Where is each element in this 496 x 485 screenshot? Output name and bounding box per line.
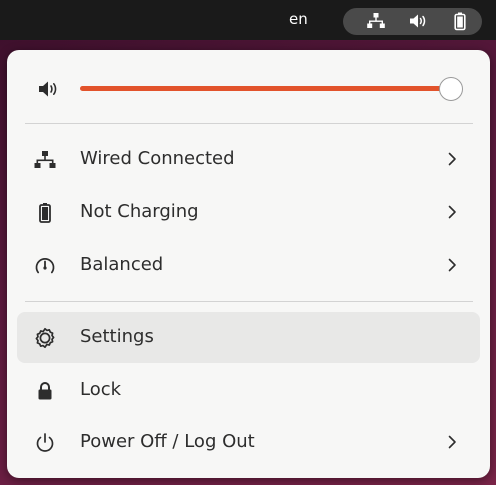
battery-icon [33,201,57,225]
volume-level-track [80,86,451,91]
menu-separator [25,301,473,302]
lock-icon [33,379,57,403]
menu-item-label: Power Off / Log Out [80,431,255,452]
network-wired-icon [366,11,386,31]
power-icon [33,431,57,455]
system-menu: Wired Connected Not Charging Balanced Se… [7,50,490,478]
top-bar: en [0,0,496,40]
menu-item-lock[interactable]: Lock [17,365,480,416]
menu-item-power-profile[interactable]: Balanced [17,240,480,291]
chevron-right-icon [443,433,461,451]
menu-item-label: Not Charging [80,201,199,222]
battery-icon [450,11,470,31]
menu-item-label: Settings [80,326,154,347]
keyboard-layout-indicator[interactable]: en [289,10,308,28]
gear-icon [33,326,57,350]
chevron-right-icon [443,256,461,274]
menu-item-settings[interactable]: Settings [17,312,480,363]
chevron-right-icon [443,150,461,168]
volume-slider-handle[interactable] [439,77,463,101]
chevron-right-icon [443,203,461,221]
power-profile-icon [33,254,57,278]
menu-separator [25,123,473,124]
speaker-volume-icon [36,77,60,101]
menu-item-label: Lock [80,379,122,400]
menu-item-battery[interactable]: Not Charging [17,187,480,238]
network-wired-icon [33,148,57,172]
menu-item-power-off[interactable]: Power Off / Log Out [17,417,480,468]
menu-item-network[interactable]: Wired Connected [17,134,480,185]
menu-item-label: Wired Connected [80,148,235,169]
menu-item-label: Balanced [80,254,164,275]
speaker-volume-icon [408,11,428,31]
volume-slider[interactable] [80,77,463,101]
